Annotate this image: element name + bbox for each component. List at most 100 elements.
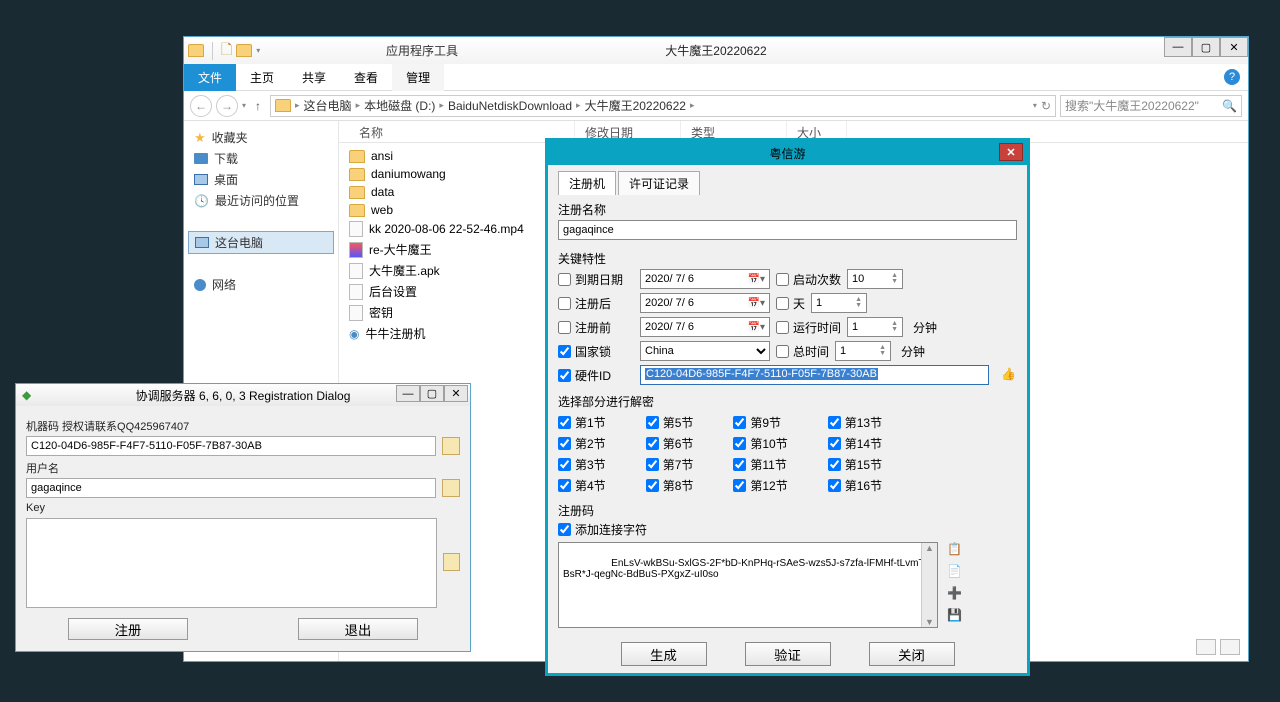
close-button[interactable]: ✕ xyxy=(444,385,468,402)
address-bar[interactable]: ▸ 这台电脑 ▸ 本地磁盘 (D:) ▸ BaiduNetdiskDownloa… xyxy=(270,95,1056,117)
forward-button[interactable]: → xyxy=(216,95,238,117)
reg-titlebar[interactable]: ◆ 协调服务器 6, 6, 0, 3 Registration Dialog —… xyxy=(16,384,470,406)
runtime-input[interactable]: 1▲▼ xyxy=(847,317,903,337)
total-input[interactable]: 1▲▼ xyxy=(835,341,891,361)
sidebar-recent[interactable]: 🕓最近访问的位置 xyxy=(188,190,334,211)
reg-name-input[interactable] xyxy=(558,220,1017,240)
cb-sec1[interactable]: 第1节 xyxy=(558,414,606,431)
cb-days[interactable]: 天 xyxy=(776,295,805,312)
save-icon[interactable]: 💾 xyxy=(947,608,963,624)
back-button[interactable]: ← xyxy=(190,95,212,117)
sidebar-downloads[interactable]: 下载 xyxy=(188,148,334,169)
calendar-icon[interactable]: 📅▾ xyxy=(748,322,765,333)
history-dropdown-icon[interactable]: ▾ xyxy=(242,101,246,110)
calendar-icon[interactable]: 📅▾ xyxy=(748,274,765,285)
cb-sec2[interactable]: 第2节 xyxy=(558,435,606,452)
cb-sec11[interactable]: 第11节 xyxy=(733,456,787,473)
register-button[interactable]: 注册 xyxy=(68,618,188,640)
sidebar-desktop[interactable]: 桌面 xyxy=(188,169,334,190)
copy-icon[interactable]: 📋 xyxy=(947,542,963,558)
chevron-right-icon[interactable]: ▸ xyxy=(295,100,300,111)
date-after[interactable]: 2020/ 7/ 6📅▾ xyxy=(640,293,770,313)
cb-runtime[interactable]: 运行时间 xyxy=(776,319,841,336)
paste-icon[interactable]: 📄 xyxy=(947,564,963,580)
cb-sec8[interactable]: 第8节 xyxy=(646,477,694,494)
maximize-button[interactable]: ▢ xyxy=(1192,37,1220,57)
cb-sec10[interactable]: 第10节 xyxy=(733,435,787,452)
tab-home[interactable]: 主页 xyxy=(236,64,288,91)
breadcrumb-disk[interactable]: 本地磁盘 (D:) xyxy=(364,97,435,114)
generate-button[interactable]: 生成 xyxy=(621,642,707,666)
breadcrumb-folder2[interactable]: 大牛魔王20220622 xyxy=(585,97,686,114)
spinner-icon[interactable]: ▲▼ xyxy=(879,345,886,357)
paste-icon[interactable] xyxy=(443,553,460,571)
chevron-right-icon[interactable]: ▸ xyxy=(356,100,361,111)
minimize-button[interactable]: — xyxy=(396,385,420,402)
verify-button[interactable]: 验证 xyxy=(745,642,831,666)
sidebar-network[interactable]: 网络 xyxy=(188,274,334,295)
cb-sec14[interactable]: 第14节 xyxy=(828,435,882,452)
close-button[interactable]: ✕ xyxy=(999,143,1023,161)
key-textarea[interactable] xyxy=(26,518,437,608)
cb-sec4[interactable]: 第4节 xyxy=(558,477,606,494)
copy-icon[interactable] xyxy=(442,437,460,455)
tab-file[interactable]: 文件 xyxy=(184,64,236,91)
user-input[interactable] xyxy=(26,478,436,498)
chevron-right-icon[interactable]: ▸ xyxy=(439,100,444,111)
cb-sec9[interactable]: 第9节 xyxy=(733,414,787,431)
cb-addconn[interactable]: 添加连接字符 xyxy=(558,521,1017,538)
cb-total[interactable]: 总时间 xyxy=(776,343,829,360)
cb-after[interactable]: 注册后 xyxy=(558,295,634,312)
cb-sec6[interactable]: 第6节 xyxy=(646,435,694,452)
chevron-down-icon[interactable]: ▾ xyxy=(1033,101,1037,110)
chevron-right-icon[interactable]: ▸ xyxy=(690,100,695,111)
thumb-icon[interactable]: 👍 xyxy=(1001,367,1017,383)
breadcrumb-thispc[interactable]: 这台电脑 xyxy=(304,97,352,114)
explorer-titlebar[interactable]: 🗋 ▾ 应用程序工具 大牛魔王20220622 — ▢ ✕ xyxy=(184,37,1248,64)
cb-hwid[interactable]: 硬件ID xyxy=(558,367,634,384)
sidebar-favorites[interactable]: ★收藏夹 xyxy=(188,127,334,148)
close-button[interactable]: ✕ xyxy=(1220,37,1248,57)
tab-manage[interactable]: 管理 xyxy=(392,64,444,91)
refresh-icon[interactable]: ↻ xyxy=(1041,99,1051,113)
date-expire[interactable]: 2020/ 7/ 6📅▾ xyxy=(640,269,770,289)
exit-button[interactable]: 退出 xyxy=(298,618,418,640)
machine-code-input[interactable] xyxy=(26,436,436,456)
launch-input[interactable]: 10▲▼ xyxy=(847,269,903,289)
cb-sec7[interactable]: 第7节 xyxy=(646,456,694,473)
code-textarea[interactable]: EnLsV-wkBSu-SxlGS-2F*bD-KnPHq-rSAeS-wzs5… xyxy=(558,542,938,628)
scrollbar[interactable]: ▲▼ xyxy=(921,543,937,627)
yxy-titlebar[interactable]: 粤信游 ✕ xyxy=(548,141,1027,165)
cb-sec15[interactable]: 第15节 xyxy=(828,456,882,473)
cb-sec5[interactable]: 第5节 xyxy=(646,414,694,431)
minimize-button[interactable]: — xyxy=(1164,37,1192,57)
cb-launch[interactable]: 启动次数 xyxy=(776,271,841,288)
icons-view-button[interactable] xyxy=(1220,639,1240,655)
cb-sec16[interactable]: 第16节 xyxy=(828,477,882,494)
sidebar-thispc[interactable]: 这台电脑 xyxy=(188,231,334,254)
country-select[interactable]: China xyxy=(640,341,770,361)
cb-expire[interactable]: 到期日期 xyxy=(558,271,634,288)
breadcrumb-folder1[interactable]: BaiduNetdiskDownload xyxy=(448,99,572,113)
spinner-icon[interactable]: ▲▼ xyxy=(855,297,862,309)
col-name[interactable]: 名称 xyxy=(349,121,575,142)
search-input[interactable]: 搜索"大牛魔王20220622" 🔍 xyxy=(1060,95,1242,117)
cb-sec13[interactable]: 第13节 xyxy=(828,414,882,431)
help-icon[interactable]: ? xyxy=(1224,69,1240,85)
chevron-right-icon[interactable]: ▸ xyxy=(576,100,581,111)
close-button[interactable]: 关闭 xyxy=(869,642,955,666)
tab-register[interactable]: 注册机 xyxy=(558,171,616,195)
cb-sec3[interactable]: 第3节 xyxy=(558,456,606,473)
up-button[interactable]: ↑ xyxy=(250,98,266,114)
calendar-icon[interactable]: 📅▾ xyxy=(748,298,765,309)
cb-before[interactable]: 注册前 xyxy=(558,319,634,336)
spinner-icon[interactable]: ▲▼ xyxy=(891,321,898,333)
hwid-input[interactable]: C120-04D6-985F-F4F7-5110-F05F-7B87-30AB xyxy=(640,365,989,385)
details-view-button[interactable] xyxy=(1196,639,1216,655)
tab-license[interactable]: 许可证记录 xyxy=(618,171,700,195)
paste-icon[interactable] xyxy=(442,479,460,497)
add-icon[interactable]: ➕ xyxy=(947,586,963,602)
tab-share[interactable]: 共享 xyxy=(288,64,340,91)
cb-country[interactable]: 国家锁 xyxy=(558,343,634,360)
spinner-icon[interactable]: ▲▼ xyxy=(891,273,898,285)
